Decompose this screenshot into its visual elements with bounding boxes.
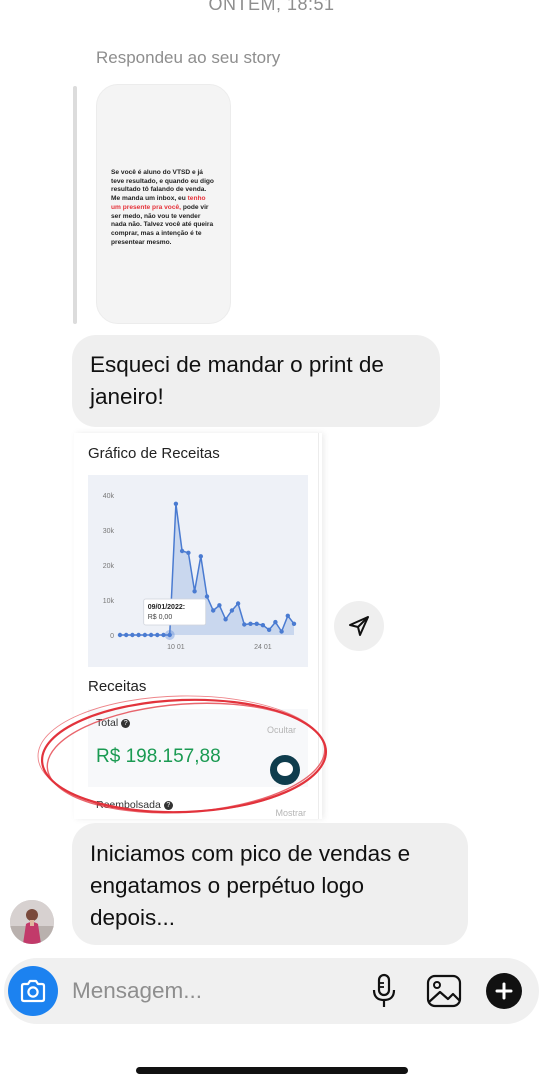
plus-icon	[495, 982, 513, 1000]
data-point	[285, 613, 290, 618]
message-bubble[interactable]: Iniciamos com pico de vendas e engatamos…	[72, 823, 468, 945]
data-point	[173, 501, 179, 506]
avatar[interactable]	[10, 900, 54, 944]
data-point	[142, 632, 148, 638]
data-point	[242, 622, 247, 627]
chat-widget-icon	[270, 755, 300, 785]
total-value: R$ 198.157,88	[96, 746, 221, 767]
data-point	[117, 632, 123, 638]
microphone-button[interactable]	[366, 972, 402, 1010]
image-icon	[426, 974, 462, 1008]
tooltip-date: 09/01/2022:	[148, 604, 185, 611]
data-point	[254, 621, 259, 626]
revenue-chart-svg: 0 10k 20k 30k 40k 10 01 24 01 09/01/2022: R$ 0,0…	[103, 493, 297, 651]
info-icon: ?	[163, 800, 173, 810]
y-tick-label: 10k	[103, 598, 115, 605]
share-button[interactable]	[334, 601, 384, 651]
data-point-highlight	[164, 630, 175, 640]
story-reply-caption: Respondeu ao seu story	[96, 48, 281, 67]
data-point	[260, 623, 266, 628]
story-text: Se você é aluno do VTSD e já teve result…	[111, 169, 214, 246]
microphone-icon	[372, 973, 396, 1007]
data-point	[124, 632, 129, 638]
x-tick-label: 10 01	[167, 644, 185, 651]
chart-title: Gráfico de Receitas	[88, 445, 220, 462]
home-indicator	[136, 1067, 408, 1074]
message-composer	[4, 958, 539, 1024]
data-point	[291, 621, 297, 626]
data-point	[155, 632, 160, 638]
data-point	[223, 617, 228, 622]
y-tick-label: 0	[110, 633, 114, 640]
send-icon	[349, 616, 369, 636]
data-point	[248, 621, 253, 626]
y-tick-label: 20k	[103, 563, 115, 570]
revenue-section-title: Receitas	[88, 678, 147, 695]
gallery-button[interactable]	[424, 972, 464, 1010]
y-tick-label: 40k	[103, 493, 115, 500]
data-point	[186, 550, 191, 555]
data-point	[273, 619, 278, 625]
message-bubble[interactable]: Esqueci de mandar o print de janeiro!	[72, 335, 440, 427]
info-icon: ?	[121, 718, 131, 728]
data-point	[211, 608, 216, 613]
avatar-image	[10, 900, 54, 944]
camera-icon	[20, 979, 46, 1003]
data-point	[148, 632, 154, 638]
total-label: Total?	[96, 717, 131, 729]
tooltip-value: R$ 0,00	[148, 614, 173, 621]
data-point	[279, 629, 284, 634]
story-thumbnail[interactable]: Se você é aluno do VTSD e já teve result…	[96, 84, 231, 324]
x-tick-label: 24 01	[254, 644, 272, 651]
date-separator: ONTEM, 18:51	[208, 0, 335, 14]
show-link: Mostrar	[275, 808, 306, 818]
data-point	[136, 632, 141, 638]
revenue-chart: 0 10k 20k 30k 40k 10 01 24 01 09/01/2022: R$ 0,0…	[88, 475, 308, 667]
data-point	[217, 603, 222, 608]
more-options-button[interactable]	[486, 973, 522, 1009]
data-point	[235, 601, 241, 606]
reply-indicator-line	[73, 86, 77, 324]
hide-link: Ocultar	[266, 725, 296, 735]
data-point	[130, 632, 135, 638]
data-point	[266, 627, 272, 632]
data-point	[204, 594, 210, 599]
tooltip-box	[143, 598, 207, 626]
data-point	[192, 589, 197, 594]
message-input[interactable]	[72, 976, 342, 1006]
data-point	[229, 608, 235, 613]
camera-button[interactable]	[8, 966, 58, 1016]
refund-label: Reembolsada?	[96, 799, 173, 811]
data-point	[198, 554, 203, 559]
y-tick-label: 30k	[103, 528, 115, 535]
data-point	[179, 548, 185, 554]
